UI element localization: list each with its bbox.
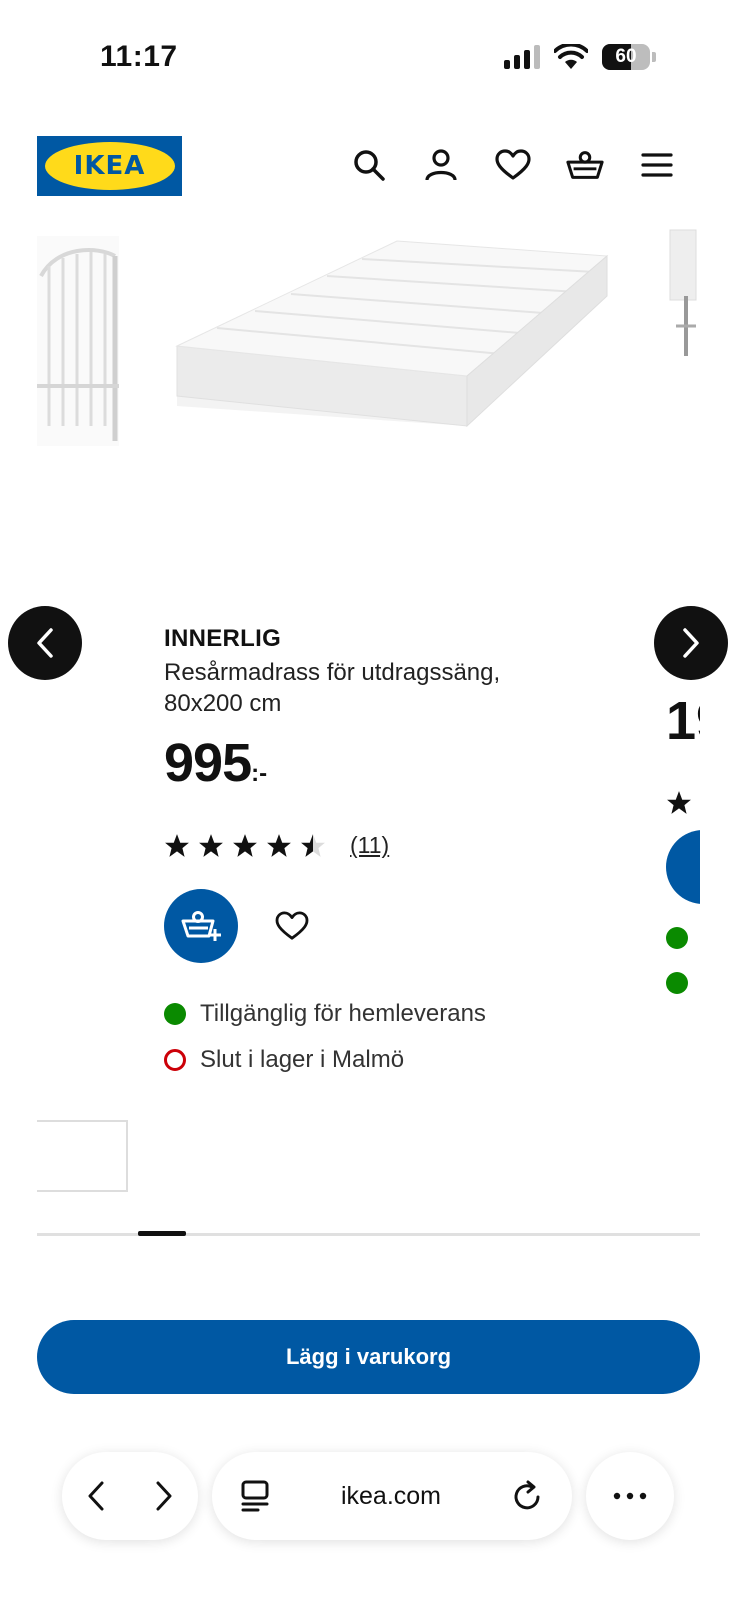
battery-tip — [652, 52, 656, 62]
review-count-link[interactable]: (11) — [350, 832, 389, 859]
status-time: 11:17 — [100, 40, 178, 73]
menu-icon — [641, 153, 673, 177]
product-image-carousel[interactable] — [37, 226, 700, 556]
chevron-right-icon — [156, 1481, 172, 1511]
star-icon — [199, 833, 223, 857]
header-actions — [350, 146, 676, 184]
shopping-basket-button[interactable] — [566, 146, 604, 184]
chevron-left-icon — [37, 628, 53, 658]
chevron-left-icon — [88, 1481, 104, 1511]
product-description-line-1: Resårmadrass för utdragssäng, — [164, 659, 501, 686]
favourites-button[interactable] — [494, 146, 532, 184]
availability-list: Tillgänglig för hemleverans Slut i lager… — [164, 991, 594, 1083]
next-product-star-icon — [667, 791, 691, 814]
browser-address-pill[interactable]: ikea.com — [212, 1452, 572, 1540]
next-product-price: 19 — [666, 691, 700, 751]
product-brand[interactable]: INNERLIG — [164, 625, 594, 653]
battery-level: 60 — [615, 46, 637, 67]
product-description[interactable]: Resårmadrass för utdragssäng, 80x200 cm — [164, 657, 594, 719]
out-of-stock-ring-icon — [164, 1049, 186, 1071]
product-description-line-2: 80x200 cm — [164, 690, 282, 717]
chevron-right-icon — [683, 628, 699, 658]
logo-oval: IKEA — [44, 142, 175, 190]
next-product-card-peek[interactable]: 19 — [666, 690, 700, 1020]
product-card[interactable]: INNERLIG Resårmadrass för utdragssäng, 8… — [164, 625, 594, 1083]
availability-delivery: Tillgänglig för hemleverans — [164, 991, 594, 1037]
availability-delivery-text: Tillgänglig för hemleverans — [200, 1000, 486, 1027]
carousel-scrollbar-track[interactable] — [37, 1233, 700, 1236]
price-value: 995 — [164, 733, 252, 793]
star-icon — [233, 833, 257, 857]
heart-icon — [275, 911, 309, 940]
available-dot-icon — [164, 1003, 186, 1025]
battery-icon: 60 — [602, 44, 650, 70]
browser-toolbar: ikea.com — [0, 1440, 736, 1600]
star-icon — [301, 833, 325, 857]
wifi-icon — [554, 44, 588, 69]
previous-product-image[interactable] — [37, 236, 119, 446]
status-indicators: 60 — [504, 44, 656, 70]
browser-back-button[interactable] — [86, 1480, 106, 1512]
next-product-image[interactable] — [666, 226, 700, 366]
add-to-cart-cta-button[interactable]: Lägg i varukorg — [37, 1320, 700, 1394]
mattress-image[interactable] — [167, 236, 617, 446]
status-bar: 11:17 60 — [0, 0, 736, 120]
reload-icon[interactable] — [512, 1479, 544, 1513]
search-icon — [354, 150, 385, 181]
browser-more-button[interactable] — [586, 1452, 674, 1540]
next-product-available-dot-icon-2 — [666, 972, 688, 994]
add-to-basket-icon — [181, 911, 221, 941]
carousel-previous-button[interactable] — [8, 606, 82, 680]
cellular-signal-icon — [504, 45, 540, 69]
star-icon — [267, 833, 291, 857]
more-options-icon — [613, 1492, 647, 1500]
next-product-add-to-cart-button[interactable] — [666, 830, 700, 904]
availability-store: Slut i lager i Malmö — [164, 1037, 594, 1083]
price-suffix: :- — [251, 760, 268, 787]
browser-url[interactable]: ikea.com — [341, 1482, 441, 1511]
add-to-cart-button[interactable] — [164, 889, 238, 963]
site-header: IKEA — [0, 130, 736, 202]
product-price: 995:- — [164, 733, 594, 804]
add-to-favourites-button[interactable] — [272, 906, 312, 946]
menu-button[interactable] — [638, 146, 676, 184]
search-button[interactable] — [350, 146, 388, 184]
account-icon — [425, 149, 457, 181]
reader-mode-icon[interactable] — [240, 1479, 270, 1513]
basket-icon — [566, 151, 604, 179]
ikea-logo[interactable]: IKEA — [37, 136, 182, 196]
carousel-scrollbar-thumb[interactable] — [138, 1231, 186, 1236]
account-button[interactable] — [422, 146, 460, 184]
logo-text: IKEA — [73, 151, 146, 181]
star-icon — [165, 833, 189, 857]
product-rating[interactable]: (11) — [164, 832, 594, 859]
browser-nav-pill — [62, 1452, 198, 1540]
heart-icon — [495, 149, 531, 180]
next-product-available-dot-icon — [666, 927, 688, 949]
availability-store-text: Slut i lager i Malmö — [200, 1046, 405, 1073]
rating-stars — [164, 833, 326, 859]
product-actions — [164, 889, 594, 963]
carousel-next-button[interactable] — [654, 606, 728, 680]
browser-forward-button[interactable] — [154, 1480, 174, 1512]
recommendation-card-partial[interactable] — [37, 1120, 128, 1192]
